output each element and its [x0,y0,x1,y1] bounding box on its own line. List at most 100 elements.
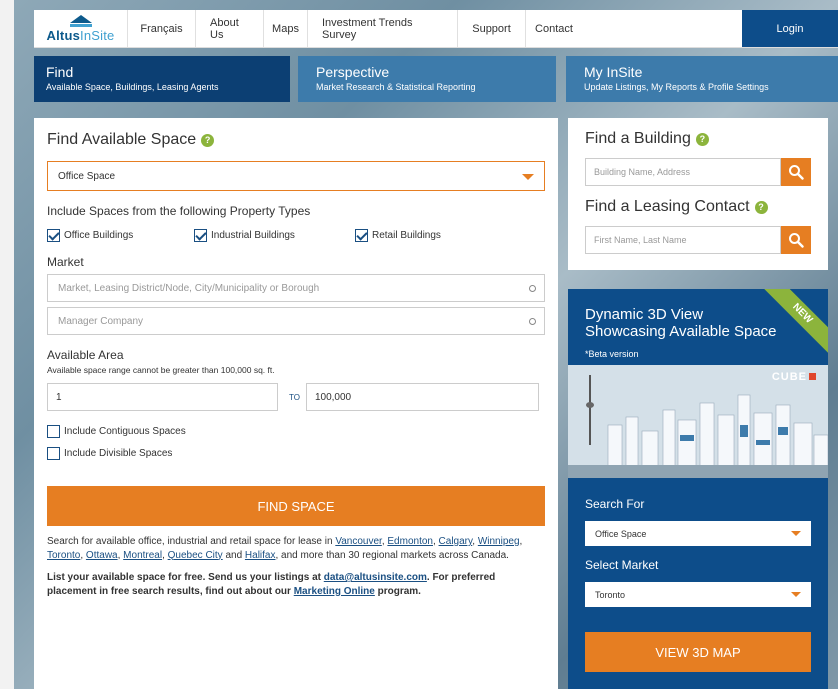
checkbox-checked-icon [355,229,368,242]
find-space-title: Find Available Space [47,131,197,148]
chevron-down-icon [791,592,801,597]
area-range: 1 TO 100,000 [47,383,545,411]
tab-my-insite-title: My InSite [584,64,643,80]
nav-francais[interactable]: Français [128,10,196,47]
altus-insite-logo[interactable]: AltusInSite [34,10,128,47]
cube-logo: CUBE [772,371,816,383]
market-placeholder: Market, Leasing District/Node, City/Muni… [58,282,320,294]
radio-circle-icon [529,285,536,292]
divisible-spaces-checkbox[interactable]: Include Divisible Spaces [47,447,545,460]
chevron-down-icon [522,174,534,180]
contiguous-spaces-checkbox[interactable]: Include Contiguous Spaces [47,425,545,438]
find-contact-heading: Find a Leasing Contact ? [585,198,811,216]
divisible-label: Include Divisible Spaces [64,448,173,459]
find-building-panel: Find a Building ? Building Name, Address… [568,118,828,270]
checkbox-icon [47,447,60,460]
find-contact-title: Find a Leasing Contact [585,198,750,215]
available-area-label: Available Area [47,348,124,362]
industrial-buildings-label: Industrial Buildings [211,230,295,241]
search-for-label: Search For [585,497,645,511]
beta-note: *Beta version [585,349,639,359]
space-type-value: Office Space [58,170,116,182]
market-input[interactable]: Market, Leasing District/Node, City/Muni… [47,274,545,302]
manager-company-placeholder: Manager Company [58,315,144,327]
find-building-heading: Find a Building ? [585,130,811,148]
city-skyline-image[interactable]: CUBE [568,365,828,478]
to-label: TO [289,392,300,402]
page-edge [0,0,14,689]
search-for-select[interactable]: Office Space [585,521,811,546]
building-search-input[interactable]: Building Name, Address [585,158,781,186]
logo-text: AltusInSite [46,27,115,43]
tab-find-subtitle: Available Space, Buildings, Leasing Agen… [46,82,219,92]
nav-investment-trends-survey[interactable]: Investment Trends Survey [308,10,458,47]
tab-perspective-subtitle: Market Research & Statistical Reporting [316,82,476,92]
city-link-halifax[interactable]: Halifax [245,550,276,561]
retail-buildings-checkbox[interactable]: Retail Buildings [355,229,441,242]
city-link-toronto[interactable]: Toronto [47,550,80,561]
area-max-input[interactable]: 100,000 [305,383,539,411]
property-types-label: Include Spaces from the following Proper… [47,204,311,218]
view-3d-map-button[interactable]: VIEW 3D MAP [585,632,811,672]
main-tabs: Find Available Space, Buildings, Leasing… [34,56,838,102]
help-icon[interactable]: ? [754,200,768,214]
chevron-down-icon [791,531,801,536]
city-link-vancouver[interactable]: Vancouver [335,536,382,547]
city-link-winnipeg[interactable]: Winnipeg [478,536,520,547]
dynamic-3d-view-promo: NEW Dynamic 3D View Showcasing Available… [568,289,828,689]
building-search: Building Name, Address [585,158,811,186]
find-space-heading: Find Available Space ? [47,131,545,149]
help-icon[interactable]: ? [695,132,709,146]
city-link-montreal[interactable]: Montreal [123,550,162,561]
tab-find-title: Find [46,64,74,80]
building-search-button[interactable] [781,158,811,186]
select-market-select[interactable]: Toronto [585,582,811,607]
area-note: Available space range cannot be greater … [47,365,275,375]
promo-title: Dynamic 3D View Showcasing Available Spa… [585,306,777,340]
logo-mark-icon [69,14,92,27]
market-label: Market [47,255,84,269]
retail-buildings-label: Retail Buildings [372,230,441,241]
search-icon [789,165,804,180]
find-space-panel: Find Available Space ? Office Space Incl… [34,118,558,689]
contact-search-input[interactable]: First Name, Last Name [585,226,781,254]
markets-paragraph: Search for available office, industrial … [47,536,523,561]
search-icon [789,233,804,248]
help-icon[interactable]: ? [201,133,215,147]
nav-contact[interactable]: Contact [526,10,582,47]
office-buildings-checkbox[interactable]: Office Buildings [47,229,194,242]
city-link-calgary[interactable]: Calgary [439,536,473,547]
checkbox-icon [47,425,60,438]
office-buildings-label: Office Buildings [64,230,134,241]
marketing-online-link[interactable]: Marketing Online [294,586,375,597]
checkbox-checked-icon [47,229,60,242]
city-link-ottawa[interactable]: Ottawa [86,550,118,561]
industrial-buildings-checkbox[interactable]: Industrial Buildings [194,229,355,242]
select-market-label: Select Market [585,558,659,572]
city-link-quebec-city[interactable]: Quebec City [168,550,223,561]
contact-search-button[interactable] [781,226,811,254]
nav-maps[interactable]: Maps [264,10,308,47]
manager-company-input[interactable]: Manager Company [47,307,545,335]
contact-search: First Name, Last Name [585,226,811,254]
property-type-checkboxes: Office Buildings Industrial Buildings Re… [47,229,545,242]
nav-support[interactable]: Support [458,10,526,47]
tab-my-insite[interactable]: My InSite Update Listings, My Reports & … [566,56,838,102]
checkbox-checked-icon [194,229,207,242]
listing-paragraph: List your available space for free. Send… [47,572,496,597]
login-button[interactable]: Login [742,10,838,47]
tab-my-insite-subtitle: Update Listings, My Reports & Profile Se… [584,82,769,92]
tab-find[interactable]: Find Available Space, Buildings, Leasing… [34,56,290,102]
top-nav: AltusInSite Français About Us Maps Inves… [34,10,838,48]
city-link-edmonton[interactable]: Edmonton [387,536,433,547]
nav-about-us[interactable]: About Us [196,10,264,47]
email-link[interactable]: data@altusinsite.com [324,572,427,583]
tab-perspective-title: Perspective [316,64,390,80]
area-min-input[interactable]: 1 [47,383,278,411]
radio-circle-icon [529,318,536,325]
find-space-button[interactable]: FIND SPACE [47,486,545,526]
find-building-title: Find a Building [585,130,691,147]
contiguous-label: Include Contiguous Spaces [64,426,186,437]
tab-perspective[interactable]: Perspective Market Research & Statistica… [298,56,556,102]
space-type-select[interactable]: Office Space [47,161,545,191]
